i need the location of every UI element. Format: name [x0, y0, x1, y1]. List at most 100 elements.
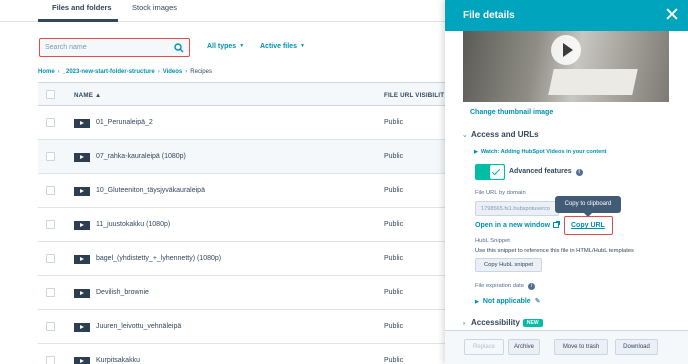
- table-row[interactable]: 07_rahka-kauraleipä (1080p) Public: [38, 140, 450, 174]
- chevron-right-icon: ▶: [475, 299, 479, 305]
- play-icon[interactable]: [551, 35, 581, 65]
- table-row[interactable]: 10_Gluteeniton_täysjyväkauraleipä Public: [38, 174, 450, 208]
- search-icon[interactable]: [174, 43, 184, 53]
- row-checkbox[interactable]: [46, 186, 55, 195]
- row-checkbox[interactable]: [46, 152, 55, 161]
- file-manager-main: Files and folders Stock images Search na…: [0, 0, 450, 364]
- file-url-field[interactable]: 1798565.fs1.hubspotuserco: [475, 201, 559, 216]
- change-thumbnail-link[interactable]: Change thumbnail image: [470, 109, 553, 116]
- file-name[interactable]: Juuren_leivottu_vehnäleipä: [96, 323, 181, 330]
- move-to-trash-button[interactable]: Move to trash: [554, 339, 608, 355]
- table-row[interactable]: bagel_(yhdistetty_+_lyhennetty) (1080p) …: [38, 242, 450, 276]
- expiration-label: File expiration date i: [475, 283, 535, 290]
- breadcrumb-separator: ›: [57, 69, 60, 75]
- accessibility-heading: Accessibility: [471, 318, 520, 327]
- row-checkbox[interactable]: [46, 322, 55, 331]
- video-thumbnail-icon: [74, 153, 90, 162]
- all-types-label: All types: [207, 43, 237, 50]
- tab-bar: Files and folders Stock images: [0, 0, 450, 22]
- all-types-filter[interactable]: All types ▼: [207, 43, 244, 50]
- video-thumbnail-icon: [74, 289, 90, 298]
- select-all-checkbox[interactable]: [46, 90, 55, 99]
- file-name[interactable]: bagel_(yhdistetty_+_lyhennetty) (1080p): [96, 255, 221, 262]
- copy-tooltip: Copy to clipboard: [555, 196, 621, 217]
- tab-files-and-folders[interactable]: Files and folders: [52, 3, 112, 12]
- row-checkbox[interactable]: [46, 220, 55, 229]
- active-tab-indicator: [38, 19, 118, 22]
- active-files-filter[interactable]: Active files ▼: [260, 43, 305, 50]
- caret-down-icon: ▼: [239, 43, 245, 49]
- search-input[interactable]: Search name: [39, 38, 190, 57]
- info-icon[interactable]: i: [527, 283, 535, 290]
- chevron-down-icon: ›: [461, 135, 467, 137]
- breadcrumb-separator: ›: [185, 69, 188, 75]
- close-icon[interactable]: [666, 8, 678, 20]
- access-urls-heading: Access and URLs: [471, 130, 539, 139]
- open-new-window-link[interactable]: Open in a new window: [475, 221, 561, 229]
- access-urls-section-toggle[interactable]: › Access and URLs: [461, 130, 539, 139]
- table-row[interactable]: 11_juustokakku (1080p) Public: [38, 208, 450, 242]
- pencil-icon[interactable]: ✎: [535, 297, 541, 305]
- advanced-features-text: Advanced features: [509, 168, 572, 175]
- file-visibility: Public: [384, 221, 404, 228]
- table-row[interactable]: Kurpitsakakku Public: [38, 344, 450, 364]
- column-header-name[interactable]: NAME ▲: [74, 92, 101, 99]
- breadcrumb-separator: ›: [157, 69, 160, 75]
- row-checkbox[interactable]: [46, 356, 55, 364]
- video-thumbnail-icon: [74, 255, 90, 264]
- column-header-name-label: NAME: [74, 92, 94, 99]
- file-details-panel: File details Change thumbnail image › Acc…: [445, 0, 688, 364]
- table-row[interactable]: Juuren_leivottu_vehnäleipä Public: [38, 310, 450, 344]
- replace-button[interactable]: Replace: [464, 339, 504, 355]
- advanced-features-toggle[interactable]: [475, 164, 505, 180]
- breadcrumb-folder-structure[interactable]: _2023-new-start-folder-structure: [63, 69, 155, 75]
- row-checkbox[interactable]: [46, 118, 55, 127]
- expiration-toggle[interactable]: ▶ Not applicable ✎: [475, 297, 541, 305]
- panel-footer: Replace Archive Move to trash Download: [445, 330, 688, 364]
- advanced-features-label: Advanced features i: [509, 168, 583, 176]
- breadcrumb-current: Recipes: [190, 69, 212, 75]
- checkmark-icon: [490, 165, 504, 179]
- download-button[interactable]: Download: [615, 339, 658, 355]
- play-triangle-icon: ▶: [474, 149, 478, 155]
- watch-video-label: Watch: Adding HubSpot Videos in your con…: [480, 149, 607, 155]
- chevron-right-icon: ›: [463, 321, 465, 327]
- not-applicable-label: Not applicable: [482, 298, 531, 305]
- breadcrumb: Home › _2023-new-start-folder-structure › Vi…: [38, 69, 212, 75]
- file-name[interactable]: 10_Gluteeniton_täysjyväkauraleipä: [96, 187, 205, 194]
- file-url-value: 1798565.fs1.hubspotuserco: [481, 206, 551, 212]
- video-thumbnail-icon: [74, 187, 90, 196]
- copy-url-label: Copy URL: [571, 222, 605, 229]
- url-by-domain-label: File URL by domain: [475, 190, 526, 196]
- file-visibility: Public: [384, 323, 404, 330]
- accessibility-section-toggle[interactable]: › Accessibility NEW: [463, 318, 543, 327]
- table-row[interactable]: 01_Perunaleipä_2 Public: [38, 106, 450, 140]
- watch-video-link[interactable]: ▶ Watch: Adding HubSpot Videos in your co…: [474, 149, 607, 155]
- file-name[interactable]: Devilish_brownie: [96, 289, 149, 296]
- breadcrumb-home[interactable]: Home: [38, 69, 55, 75]
- file-name[interactable]: 11_juustokakku (1080p): [96, 221, 170, 228]
- video-preview[interactable]: [463, 31, 669, 102]
- table-header: NAME ▲ FILE URL VISIBILIT: [38, 82, 450, 106]
- open-new-window-label: Open in a new window: [475, 222, 551, 229]
- row-checkbox[interactable]: [46, 254, 55, 263]
- archive-button[interactable]: Archive: [508, 339, 540, 355]
- file-name[interactable]: 01_Perunaleipä_2: [96, 119, 153, 126]
- file-visibility: Public: [384, 187, 404, 194]
- copy-hubl-snippet-button[interactable]: Copy HubL snippet: [475, 258, 542, 272]
- file-name[interactable]: Kurpitsakakku: [96, 357, 140, 364]
- row-checkbox[interactable]: [46, 288, 55, 297]
- active-files-label: Active files: [260, 43, 297, 50]
- info-icon[interactable]: i: [575, 169, 583, 176]
- file-visibility: Public: [384, 153, 404, 160]
- table-row[interactable]: Devilish_brownie Public: [38, 276, 450, 310]
- column-header-visibility[interactable]: FILE URL VISIBILIT: [384, 92, 444, 99]
- file-name[interactable]: 07_rahka-kauraleipä (1080p): [96, 153, 186, 160]
- copy-url-button[interactable]: Copy URL: [564, 216, 613, 235]
- video-thumbnail-icon: [74, 221, 90, 230]
- panel-header: File details: [445, 0, 688, 31]
- tab-stock-images[interactable]: Stock images: [132, 3, 177, 12]
- breadcrumb-videos[interactable]: Videos: [163, 69, 183, 75]
- video-thumbnail-icon: [74, 357, 90, 364]
- search-placeholder: Search name: [45, 44, 87, 51]
